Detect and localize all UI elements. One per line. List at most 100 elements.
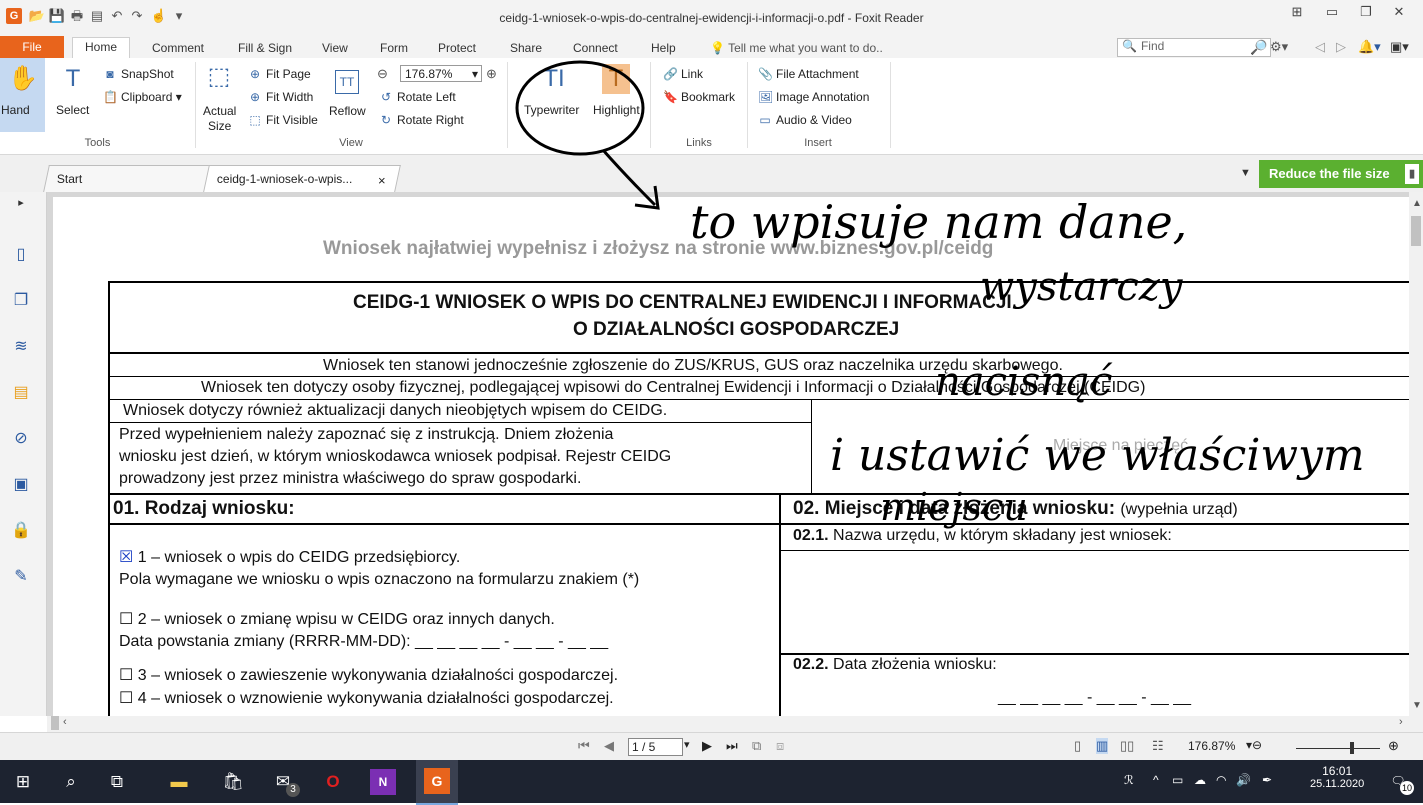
copy-page-icon[interactable]: ⧉ [752, 738, 761, 754]
fit-width-button[interactable]: ⊕ Fit Width [248, 90, 313, 104]
zoom-in-small-icon[interactable]: ⊕ [1388, 738, 1399, 754]
nav-back-icon[interactable]: ◁ [1315, 39, 1325, 55]
file-explorer-icon[interactable]: ▬ [166, 769, 192, 795]
document-view[interactable]: Wniosek najłatwiej wypełnisz i złożysz n… [47, 192, 1409, 716]
signature-panel-icon[interactable]: ▣ [10, 474, 32, 496]
clipboard-button[interactable]: 📋 Clipboard ▾ [103, 90, 182, 104]
continuous-page-icon[interactable]: ▥ [1096, 738, 1109, 754]
rotate-left-button[interactable]: ↺ Rotate Left [379, 90, 456, 104]
pages-icon[interactable]: ❐ [10, 290, 32, 312]
scroll-left-icon[interactable]: ‹ [63, 716, 67, 728]
pen-icon[interactable]: ✒ [1262, 773, 1272, 787]
tab-form[interactable]: Form [374, 39, 414, 58]
option-1[interactable]: ☒ 1 – wniosek o wpis do CEIDG przedsiębi… [119, 547, 460, 567]
first-page-icon[interactable]: ⏮ [578, 738, 590, 754]
show-hidden-icons[interactable]: ^ [1153, 773, 1159, 787]
tell-me-box[interactable]: 💡 Tell me what you want to do.. [704, 39, 889, 58]
last-page-icon[interactable]: ⏭ [726, 738, 738, 754]
scroll-thumb[interactable] [1411, 216, 1421, 246]
battery-icon[interactable]: ▭ [1172, 773, 1183, 787]
foxit-taskbar-button[interactable]: G [416, 760, 458, 805]
panel-expand-icon[interactable]: ▸ [10, 192, 32, 214]
page-number-input[interactable]: 1 / 5 [628, 738, 683, 756]
layers-icon[interactable]: ≋ [10, 336, 32, 358]
typewriter-button[interactable]: TI Typewriter [520, 58, 590, 128]
horizontal-scrollbar[interactable]: ‹ › [47, 716, 1423, 732]
search-icon[interactable]: 🔎 [1250, 39, 1267, 56]
zoom-slider[interactable] [1296, 748, 1380, 749]
prev-page-icon[interactable]: ◀ [604, 738, 614, 754]
onedrive-icon[interactable]: ☁ [1194, 773, 1206, 787]
vertical-scrollbar[interactable]: ▲ ▼ [1409, 192, 1423, 716]
reflow-button[interactable]: TT Reflow [328, 58, 370, 128]
fit-page-button[interactable]: ⊕ Fit Page [248, 67, 311, 81]
single-page-icon[interactable]: ▯ [1074, 738, 1081, 754]
continuous-facing-icon[interactable]: ☷ [1152, 738, 1164, 754]
highlight-button[interactable]: T Highlight [592, 58, 644, 128]
file-attachment-button[interactable]: 📎 File Attachment [758, 67, 859, 81]
find-input[interactable]: 🔍 Find [1117, 38, 1271, 57]
scroll-up-icon[interactable]: ▲ [1412, 198, 1422, 209]
select-tool-button[interactable]: T Select [51, 58, 96, 132]
page-view-icon[interactable]: ⧈ [776, 738, 784, 754]
tab-share[interactable]: Share [504, 39, 548, 58]
nav-forward-icon[interactable]: ▷ [1336, 39, 1346, 55]
windows-start-icon[interactable]: ⊞ [10, 769, 36, 795]
store-icon[interactable]: 🛍 [220, 769, 246, 795]
tab-start[interactable]: Start [43, 165, 211, 192]
rotate-right-button[interactable]: ↻ Rotate Right [379, 113, 464, 127]
close-button[interactable]: ✕ [1385, 4, 1413, 22]
tab-home[interactable]: Home [72, 37, 130, 59]
checkbox-checked-icon[interactable]: ☒ [119, 549, 133, 566]
volume-icon[interactable]: 🔊 [1236, 773, 1251, 787]
security-lock-icon[interactable]: 🔒 [10, 520, 32, 542]
field-02-2-date[interactable]: __ __ __ __ - __ __ - __ __ [998, 689, 1191, 707]
close-tab-button[interactable]: × [378, 173, 386, 188]
tab-fill-sign[interactable]: Fill & Sign [232, 39, 298, 58]
wifi-icon[interactable]: ◠ [1216, 773, 1226, 787]
zoom-slider-thumb[interactable] [1350, 742, 1354, 754]
user-icon[interactable]: ▣▾ [1390, 39, 1409, 55]
tab-list-dropdown-icon[interactable]: ▼ [1240, 167, 1251, 179]
tab-current-document[interactable]: ceidg-1-wniosek-o-wpis... [203, 165, 401, 192]
option-3[interactable]: ☐ 3 – wniosek o zawieszenie wykonywania … [119, 665, 618, 685]
clock[interactable]: 16:01 25.11.2020 [1310, 764, 1364, 790]
ribbon-display-icon[interactable]: ⊞ [1283, 4, 1311, 22]
tab-help[interactable]: Help [645, 39, 682, 58]
opera-icon[interactable]: O [320, 769, 346, 795]
option-2[interactable]: ☐ 2 – wniosek o zmianę wpisu w CEIDG ora… [119, 609, 555, 629]
tab-connect[interactable]: Connect [567, 39, 624, 58]
next-page-icon[interactable]: ▶ [702, 738, 712, 754]
zoom-out-icon[interactable]: ⊖ [377, 66, 388, 82]
settings-icon[interactable]: ⚙▾ [1270, 39, 1288, 55]
actual-size-button[interactable]: ⬚ Actual Size [200, 58, 240, 134]
reduce-file-size-button[interactable]: Reduce the file size ▮ [1259, 160, 1423, 188]
page-dropdown-icon[interactable]: ▾ [684, 738, 690, 751]
option-4[interactable]: ☐ 4 – wniosek o wznowienie wykonywania d… [119, 688, 614, 708]
hand-tool-button[interactable]: ✋ Hand [0, 58, 45, 132]
search-icon[interactable]: ⌕ [58, 769, 84, 795]
maximize-button[interactable]: ❐ [1352, 4, 1380, 22]
zoom-out-small-icon[interactable]: ▾⊖ [1246, 738, 1262, 752]
zoom-in-icon[interactable]: ⊕ [486, 66, 497, 82]
certificate-icon[interactable]: ✎ [10, 566, 32, 588]
attachments-icon[interactable]: ⊘ [10, 428, 32, 450]
hscroll-thumb[interactable] [51, 716, 59, 730]
scroll-right-icon[interactable]: › [1399, 716, 1403, 728]
tab-protect[interactable]: Protect [432, 39, 482, 58]
people-icon[interactable]: ℛ [1124, 773, 1134, 787]
link-button[interactable]: 🔗 Link [663, 67, 703, 81]
fit-visible-button[interactable]: ⬚ Fit Visible [248, 113, 317, 127]
page-thumbnail-icon[interactable]: ▯ [10, 244, 32, 266]
action-center-icon[interactable]: 🗨 10 [1386, 769, 1414, 795]
task-view-icon[interactable]: ⧉ [104, 769, 130, 795]
tab-view[interactable]: View [316, 39, 354, 58]
notification-bell-icon[interactable]: 🔔▾ [1358, 39, 1381, 55]
option-2-date-field[interactable]: Data powstania zmiany (RRRR-MM-DD): __ _… [119, 633, 608, 651]
onenote-icon[interactable]: N [370, 769, 396, 795]
audio-video-button[interactable]: ▭ Audio & Video [758, 113, 852, 127]
tab-comment[interactable]: Comment [146, 39, 210, 58]
comments-icon[interactable]: ▤ [10, 382, 32, 404]
minimize-button[interactable]: ▭ [1318, 4, 1346, 22]
image-annotation-button[interactable]: 🖼 Image Annotation [758, 90, 869, 104]
